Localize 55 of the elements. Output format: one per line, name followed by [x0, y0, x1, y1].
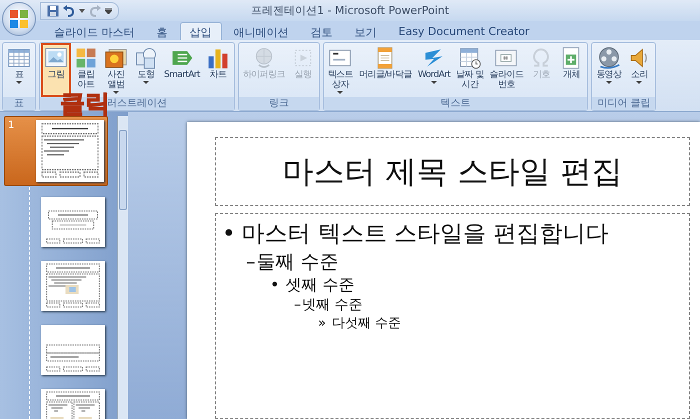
- ribbon-button[interactable]: 소리: [624, 43, 654, 97]
- bullet-marker: •: [270, 275, 280, 294]
- bullet-text: 다섯째 수준: [332, 315, 402, 332]
- picture-icon: [44, 46, 68, 70]
- scrollbar[interactable]: [117, 116, 128, 419]
- bullet-text: 둘째 수준: [256, 250, 339, 275]
- bullet-marker: •: [222, 221, 236, 247]
- ribbon-button[interactable]: WordArt: [414, 43, 454, 97]
- caret-icon[interactable]: [79, 8, 85, 12]
- ribbon-tab[interactable]: 애니메이션: [224, 22, 298, 40]
- content-placeholder[interactable]: • 마스터 텍스트 스타일을 편집합니다 –둘째 수준 • 셋째 수준 –넷째 수준 » 다섯째 수준: [215, 213, 690, 419]
- slide-preview-drawing: [41, 197, 105, 247]
- table-icon: [7, 46, 31, 70]
- ribbon-button[interactable]: SmartArt: [161, 43, 203, 97]
- ribbon-button[interactable]: 동영상: [593, 43, 624, 97]
- slide-title[interactable]: 마스터 제목 스타일 편집: [215, 137, 690, 206]
- ribbon-tab[interactable]: 보기: [344, 22, 386, 40]
- slide-number: 1: [8, 120, 16, 131]
- group-label: 링크: [238, 97, 319, 110]
- ribbon-button[interactable]: 머리글/바닥글: [356, 43, 415, 97]
- ribbon-tab[interactable]: 검토: [300, 22, 342, 40]
- slide-preview-drawing: [41, 325, 105, 375]
- ribbon-button[interactable]: 날짜 및 시간: [453, 43, 487, 97]
- bullet-marker: »: [318, 316, 326, 331]
- ribbon-tab[interactable]: 삽입: [180, 22, 222, 40]
- bullet-marker: –: [246, 251, 256, 273]
- slide-preview-drawing: [41, 261, 105, 311]
- bullet-marker: –: [294, 297, 301, 313]
- window-title: 프레젠테이션1 - Microsoft PowerPoint: [250, 3, 450, 18]
- ribbon-button[interactable]: 개체: [556, 43, 586, 97]
- save-icon[interactable]: [47, 4, 59, 16]
- ribbon-button[interactable]: 텍스트 상자: [324, 43, 356, 97]
- ribbon-button[interactable]: 표: [4, 43, 34, 97]
- ribbon-tab[interactable]: 슬라이드 마스터: [44, 22, 144, 40]
- ribbon-tab[interactable]: Easy Document Creator: [388, 22, 540, 40]
- shapes-icon: [134, 46, 158, 70]
- film-reel-icon: [596, 46, 621, 70]
- clipart-icon: [74, 46, 98, 70]
- ribbon-button[interactable]: 차트: [202, 43, 233, 97]
- ribbon-button[interactable]: 슬라이드 번호: [486, 43, 526, 97]
- office-button[interactable]: [2, 2, 36, 36]
- group-label: 텍스트: [324, 97, 588, 110]
- slide-preview-drawing: [36, 120, 104, 182]
- calendar-icon: [458, 46, 482, 70]
- ribbon-button[interactable]: 도형: [131, 43, 161, 97]
- undo-icon[interactable]: [63, 4, 75, 16]
- group-label: 표: [3, 97, 35, 110]
- group-label: 미디어 클립: [592, 97, 656, 110]
- office-logo: [9, 9, 29, 29]
- customize-caret-icon[interactable]: [105, 8, 112, 14]
- photo-icon: [104, 46, 128, 70]
- bullet-text: 셋째 수준: [285, 275, 355, 296]
- ribbon-tab[interactable]: 홈: [146, 22, 178, 40]
- bullet-text: 마스터 텍스트 스타일을 편집합니다: [242, 220, 609, 249]
- bullet-text: 넷째 수준: [302, 296, 362, 314]
